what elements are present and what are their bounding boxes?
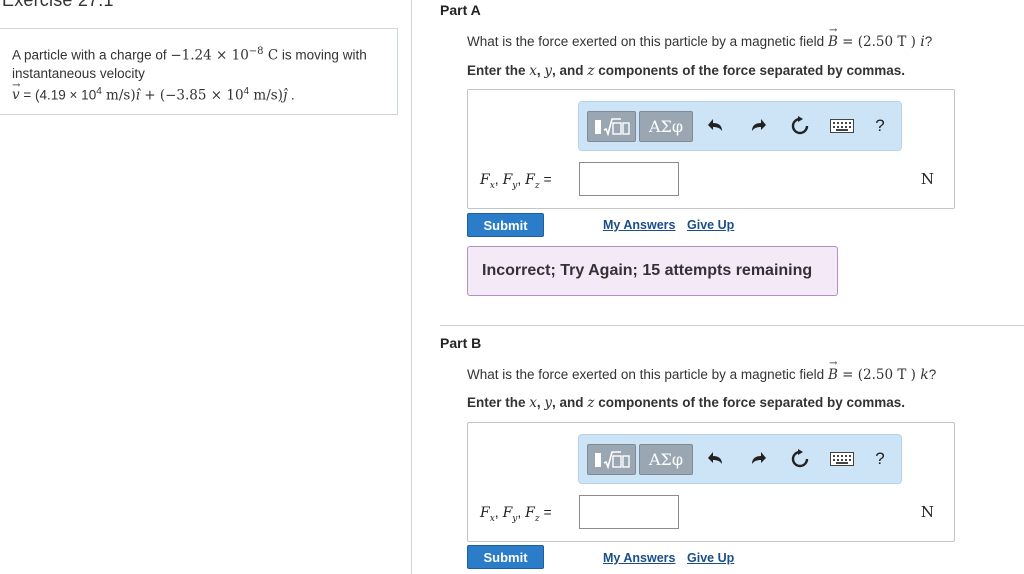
force-components-label: Fx, Fy, Fz = (480, 171, 552, 191)
charge-value: −1.24 × 10 (170, 47, 249, 64)
redo-icon[interactable] (747, 447, 769, 471)
template-icon (594, 117, 630, 137)
problem-panel: Exercise 27.1 A particle with a charge o… (0, 0, 412, 574)
problem-statement: A particle with a charge of −1.24 × 10−8… (0, 28, 398, 115)
part-a-give-up-link[interactable]: Give Up (687, 218, 734, 232)
force-components-label: Fx, Fy, Fz = (480, 504, 552, 524)
template-button[interactable] (587, 444, 636, 475)
undo-icon[interactable] (705, 447, 727, 471)
part-a-feedback: Incorrect; Try Again; 15 attempts remain… (467, 246, 838, 296)
problem-text-1b: is moving with (278, 47, 367, 63)
b-vector-symbol: → B (827, 25, 838, 50)
template-button[interactable] (587, 111, 636, 142)
velocity-unit-1: m/s) (101, 87, 136, 103)
charge-exponent: −8 (248, 46, 264, 57)
part-a-submit-button[interactable]: Submit (467, 213, 544, 237)
part-a-instruction: Enter the x, y, and z components of the … (467, 63, 906, 79)
part-a-unit: N (920, 170, 934, 188)
part-a-title: Part A (440, 2, 481, 18)
part-a-answer-box: ΑΣφ ? Fx, Fy, Fz = N (467, 89, 955, 209)
problem-text-2: instantaneous velocity (12, 65, 145, 81)
math-toolbar: ΑΣφ ? (578, 101, 902, 151)
part-b-give-up-link[interactable]: Give Up (687, 551, 734, 565)
b-vector-symbol: → B (827, 358, 838, 383)
unit-vector-symbol: k (920, 367, 929, 383)
part-a-answer-input[interactable] (579, 162, 679, 196)
part-b-answer-box: ΑΣφ ? Fx, Fy, Fz = N (467, 422, 955, 542)
keyboard-icon[interactable] (829, 114, 855, 138)
part-b-title: Part B (440, 335, 482, 351)
keyboard-icon[interactable] (829, 447, 855, 471)
redo-icon[interactable] (747, 114, 769, 138)
part-divider (440, 325, 1024, 326)
velocity-plus: + (−3.85 × 10 (139, 87, 244, 103)
part-b-question: What is the force exerted on this partic… (467, 358, 937, 383)
reset-icon[interactable] (789, 447, 811, 471)
part-b-my-answers-link[interactable]: My Answers (603, 551, 675, 565)
velocity-symbol: → v (12, 80, 21, 103)
part-b-unit: N (920, 503, 934, 521)
undo-icon[interactable] (705, 114, 727, 138)
reset-icon[interactable] (789, 114, 811, 138)
greek-symbols-button[interactable]: ΑΣφ (639, 111, 693, 142)
part-a-question: What is the force exerted on this partic… (467, 25, 933, 50)
part-a-my-answers-link[interactable]: My Answers (603, 218, 675, 232)
velocity-unit-2: m/s) (249, 87, 283, 103)
unit-vector-symbol: i (920, 34, 925, 50)
velocity-eq: = (4.19 × 10 (19, 87, 97, 102)
template-icon (594, 450, 630, 470)
help-icon[interactable]: ? (869, 114, 891, 138)
greek-symbols-button[interactable]: ΑΣφ (639, 444, 693, 475)
part-b-submit-button[interactable]: Submit (467, 545, 544, 569)
exercise-title: Exercise 27.1 (2, 0, 114, 10)
part-b-answer-input[interactable] (579, 495, 679, 529)
part-b-instruction: Enter the x, y, and z components of the … (467, 395, 906, 411)
help-icon[interactable]: ? (869, 447, 891, 471)
velocity-expression: → v = (4.19 × 104 m/s)î + (−3.85 × 104 m/… (12, 80, 295, 103)
charge-unit: C (263, 47, 279, 64)
problem-text-1a: A particle with a charge of (12, 47, 171, 63)
math-toolbar: ΑΣφ ? (578, 434, 902, 484)
